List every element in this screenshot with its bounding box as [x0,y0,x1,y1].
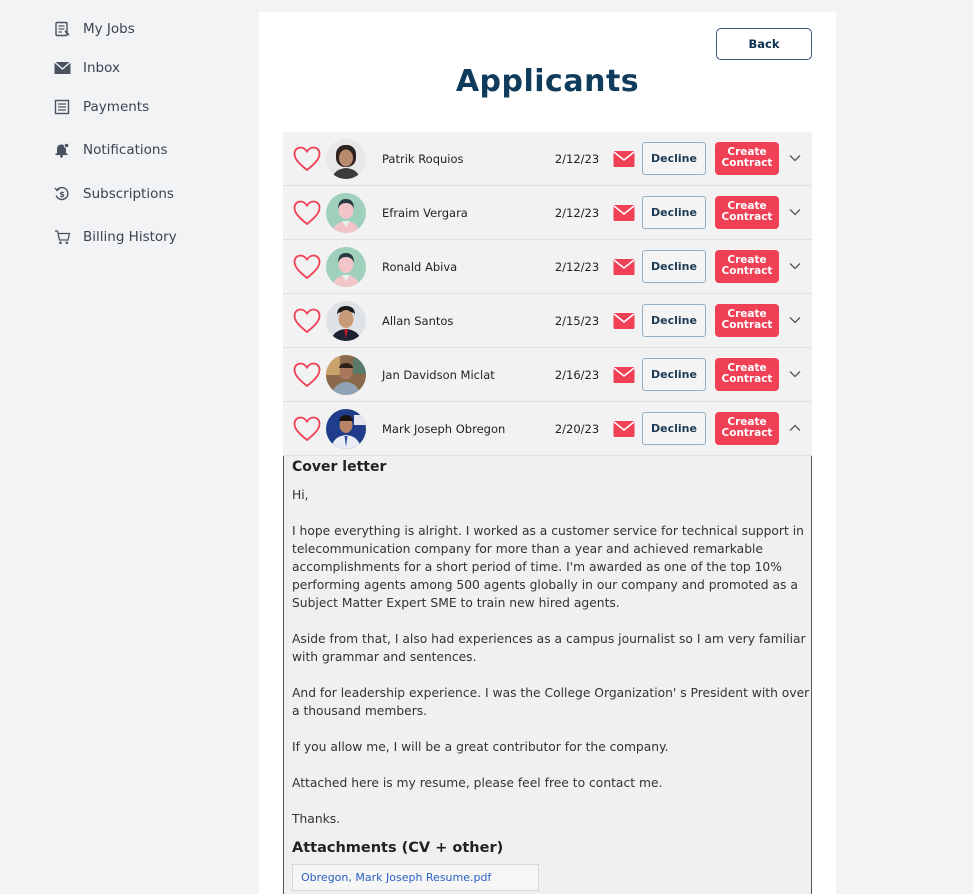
avatar [326,409,366,449]
avatar [326,247,366,287]
chevron-down-icon[interactable] [788,367,802,381]
create-contract-label: Contract [721,265,773,277]
applicant-list: Patrik Roquios 2/12/23 Decline Create Con… [283,132,812,894]
chevron-down-icon[interactable] [788,259,802,273]
cover-letter-panel: Cover letter Hi, I hope everything is al… [283,456,812,894]
create-contract-label: Contract [721,373,773,385]
sidebar-item-label: Payments [83,99,150,115]
applicant-name[interactable]: Allan Santos [382,294,453,348]
applicant-name[interactable]: Efraim Vergara [382,186,468,240]
applied-date: 2/12/23 [554,206,600,220]
decline-button[interactable]: Decline [642,196,706,229]
sidebar-item-inbox[interactable]: Inbox [53,59,120,77]
bell-icon [53,141,71,159]
chevron-down-icon[interactable] [788,205,802,219]
create-contract-button[interactable]: Create Contract [715,250,779,283]
create-contract-label: Contract [721,427,773,439]
applicant-name[interactable]: Ronald Abiva [382,240,457,294]
cart-icon [53,228,71,246]
cover-letter-paragraph: Hi, [292,488,309,502]
chevron-down-icon[interactable] [788,151,802,165]
create-contract-button[interactable]: Create Contract [715,304,779,337]
svg-text:$: $ [59,190,65,199]
avatar [326,193,366,233]
mail-icon[interactable] [613,204,635,222]
create-contract-button[interactable]: Create Contract [715,358,779,391]
decline-button[interactable]: Decline [642,250,706,283]
decline-button[interactable]: Decline [642,358,706,391]
applied-date: 2/15/23 [554,314,600,328]
applicant-row: Ronald Abiva 2/12/23 Decline Create Contr… [283,240,812,294]
mail-icon[interactable] [613,312,635,330]
applied-date: 2/12/23 [554,260,600,274]
heart-icon[interactable] [293,362,321,388]
mail-icon[interactable] [613,366,635,384]
applicant-row: Efraim Vergara 2/12/23 Decline Create Con… [283,186,812,240]
subscription-icon: $ [53,185,71,203]
applied-date: 2/16/23 [554,368,600,382]
heart-icon[interactable] [293,254,321,280]
create-contract-button[interactable]: Create Contract [715,142,779,175]
sidebar-item-payments[interactable]: Payments [53,98,149,116]
avatar [326,301,366,341]
create-contract-label: Contract [721,157,773,169]
applicant-name[interactable]: Patrik Roquios [382,132,464,186]
create-contract-label: Contract [721,319,773,331]
applicant-row: Patrik Roquios 2/12/23 Decline Create Con… [283,132,812,186]
applicant-row: Allan Santos 2/15/23 Decline Create Contr… [283,294,812,348]
chevron-up-icon[interactable] [788,421,802,435]
create-contract-button[interactable]: Create Contract [715,196,779,229]
payments-icon [53,98,71,116]
heart-icon[interactable] [293,308,321,334]
attachment-link[interactable]: Obregon, Mark Joseph Resume.pdf [292,864,539,891]
applied-date: 2/20/23 [554,422,600,436]
chevron-down-icon[interactable] [788,313,802,327]
cover-letter-paragraph: I hope everything is alright. I worked a… [292,524,804,610]
sidebar-item-notifications[interactable]: Notifications [53,141,168,159]
create-contract-button[interactable]: Create Contract [715,412,779,445]
heart-icon[interactable] [293,200,321,226]
avatar [326,355,366,395]
sidebar-item-label: Inbox [83,60,120,76]
back-button[interactable]: Back [716,28,812,60]
applicant-row: Jan Davidson Miclat 2/16/23 Decline Crea… [283,348,812,402]
cover-letter-paragraph: And for leadership experience. I was the… [292,686,810,718]
heart-icon[interactable] [293,416,321,442]
decline-button[interactable]: Decline [642,142,706,175]
applicants-card: Back Applicants Patrik Roquios 2/12/23 D… [259,12,836,894]
sidebar-item-label: Notifications [83,142,168,158]
cover-letter-heading: Cover letter [292,459,387,475]
sidebar-item-label: Billing History [83,229,177,245]
applicant-name[interactable]: Mark Joseph Obregon [382,402,505,456]
cover-letter-paragraph: Thanks. [292,812,341,826]
jobs-icon [53,20,71,38]
applied-date: 2/12/23 [554,152,600,166]
sidebar-item-subscriptions[interactable]: $ Subscriptions [53,185,174,203]
cover-letter-paragraph: If you allow me, I will be a great contr… [292,740,669,754]
sidebar: My Jobs Inbox Payments Notifications $ S… [0,0,258,894]
create-contract-label: Contract [721,211,773,223]
inbox-icon [53,59,71,77]
decline-button[interactable]: Decline [642,304,706,337]
sidebar-item-billing-history[interactable]: Billing History [53,228,177,246]
mail-icon[interactable] [613,258,635,276]
applicant-row: Mark Joseph Obregon 2/20/23 Decline Crea… [283,402,812,456]
decline-button[interactable]: Decline [642,412,706,445]
sidebar-item-my-jobs[interactable]: My Jobs [53,20,135,38]
mail-icon[interactable] [613,420,635,438]
heart-icon[interactable] [293,146,321,172]
applicant-name[interactable]: Jan Davidson Miclat [382,348,495,402]
avatar [326,139,366,179]
cover-letter-paragraph: Attached here is my resume, please feel … [292,776,663,790]
cover-letter-paragraph: Aside from that, I also had experiences … [292,632,806,664]
sidebar-item-label: Subscriptions [83,186,174,202]
attachments-heading: Attachments (CV + other) [292,840,504,856]
sidebar-item-label: My Jobs [83,21,135,37]
page-title: Applicants [455,64,640,99]
mail-icon[interactable] [613,150,635,168]
